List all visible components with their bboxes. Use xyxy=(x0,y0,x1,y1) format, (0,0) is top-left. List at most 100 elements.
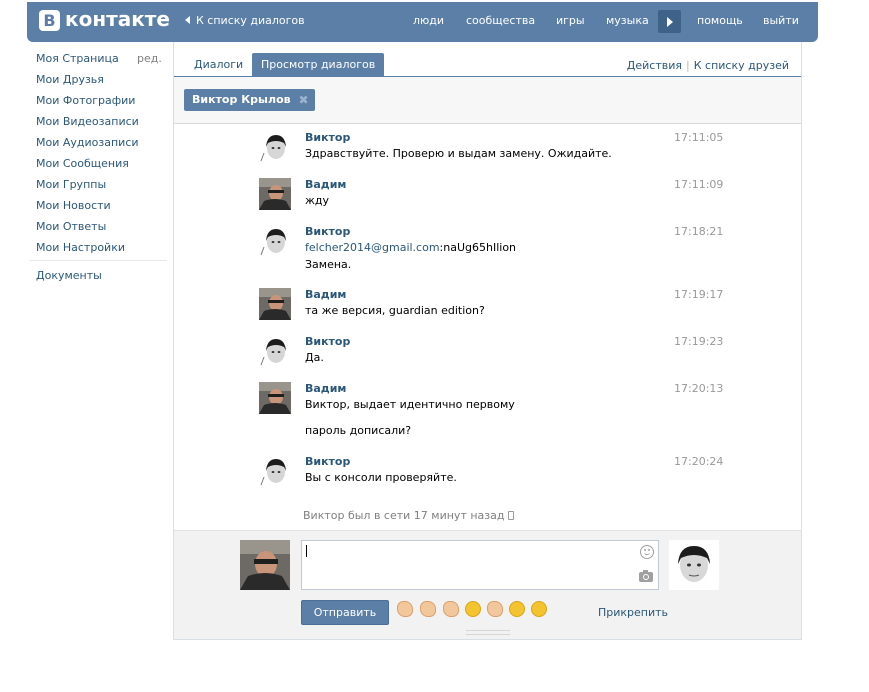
email-link[interactable]: felcher2014@gmail.com xyxy=(305,241,440,254)
sidebar-item-documents[interactable]: Документы xyxy=(36,269,102,282)
mobile-phone-icon xyxy=(508,511,515,520)
message-history: Виктор 17:11:05 Здравствуйте. Проверю и вы… xyxy=(174,126,801,530)
back-arrow-icon xyxy=(185,16,190,24)
message-author[interactable]: Виктор xyxy=(305,335,350,348)
muscle-icon[interactable] xyxy=(443,601,459,617)
message-text-content: Виктор, выдает идентично первому xyxy=(305,398,515,411)
actions-separator: | xyxy=(686,59,690,72)
sidebar-item-videos[interactable]: Мои Видеозаписи xyxy=(36,115,139,128)
message-avatar[interactable] xyxy=(259,131,291,163)
tab-actions: Действия | К списку друзей xyxy=(627,59,789,72)
vk-logo-icon[interactable]: В xyxy=(39,10,60,31)
message-author[interactable]: Вадим xyxy=(305,382,346,395)
send-button[interactable]: Отправить xyxy=(301,600,389,625)
close-icon[interactable]: ✖ xyxy=(299,89,309,111)
message-item: Виктор 17:20:24 Вы с консоли проверяйте. xyxy=(259,455,723,495)
sidebar-item-audios[interactable]: Мои Аудиозаписи xyxy=(36,136,139,149)
actions-link[interactable]: Действия xyxy=(627,59,682,72)
nav-help[interactable]: помощь xyxy=(697,14,743,27)
top-header: В контакте К списку диалогов люди сообще… xyxy=(27,2,818,42)
message-avatar[interactable] xyxy=(259,455,291,487)
tab-dialogs[interactable]: Диалоги xyxy=(185,53,252,77)
music-play-button[interactable] xyxy=(658,10,681,33)
sidebar-item-news[interactable]: Мои Новости xyxy=(36,199,111,212)
message-author[interactable]: Виктор xyxy=(305,131,350,144)
back-to-dialogs-link[interactable]: К списку диалогов xyxy=(185,14,305,27)
astonished-face-icon[interactable] xyxy=(531,601,547,617)
message-avatar[interactable] xyxy=(259,382,291,414)
sidebar-item-settings[interactable]: Мои Настройки xyxy=(36,241,125,254)
message-author[interactable]: Виктор xyxy=(305,455,350,468)
my-avatar[interactable] xyxy=(240,540,290,590)
thumbs-up-icon[interactable] xyxy=(397,601,413,617)
nav-people[interactable]: люди xyxy=(413,14,444,27)
tab-view-dialogs[interactable]: Просмотр диалогов xyxy=(252,53,385,77)
sidebar-item-friends[interactable]: Мои Друзья xyxy=(36,73,104,86)
message-input[interactable] xyxy=(301,540,659,590)
message-time: 17:18:21 xyxy=(674,225,724,238)
ok-hand-icon[interactable] xyxy=(487,601,503,617)
friends-list-link[interactable]: К списку друзей xyxy=(694,59,789,72)
message-avatar[interactable] xyxy=(259,288,291,320)
logo-text[interactable]: контакте xyxy=(65,7,170,31)
message-time: 17:19:23 xyxy=(674,335,724,348)
fist-icon[interactable] xyxy=(420,601,436,617)
message-author[interactable]: Вадим xyxy=(305,288,346,301)
message-text: Вы с консоли проверяйте. xyxy=(305,471,457,484)
online-status-text: Виктор был в сети 17 минут назад xyxy=(303,509,505,522)
message-text: felcher2014@gmail.com:naUg65hIlion xyxy=(305,241,516,254)
sidebar-item-messages[interactable]: Мои Сообщения xyxy=(36,157,129,170)
tabs-bar: Диалоги Просмотр диалогов Действия | К спи… xyxy=(174,42,801,77)
message-avatar[interactable] xyxy=(259,225,291,257)
nav-music[interactable]: музыка xyxy=(606,14,649,27)
recipient-chip[interactable]: Виктор Крылов ✖ xyxy=(184,89,315,111)
message-avatar[interactable] xyxy=(259,335,291,367)
message-item: Вадим 17:11:09 жду xyxy=(259,178,723,218)
message-text-content: Замена. xyxy=(305,258,352,271)
message-time: 17:20:13 xyxy=(674,382,724,395)
message-item: Виктор 17:18:21 felcher2014@gmail.com:naUg… xyxy=(259,225,723,271)
camera-icon[interactable] xyxy=(639,570,653,582)
laughing-face-icon[interactable] xyxy=(509,601,525,617)
message-text: жду xyxy=(305,194,329,207)
message-composer: Отправить Прикрепить xyxy=(174,530,801,639)
message-text-content: Здравствуйте. Проверю и выдам замену. Ож… xyxy=(305,147,612,160)
online-status: Виктор был в сети 17 минут назад xyxy=(303,509,515,522)
back-link-label: К списку диалогов xyxy=(196,14,305,27)
message-author[interactable]: Вадим xyxy=(305,178,346,191)
sidebar-item-answers[interactable]: Мои Ответы xyxy=(36,220,106,233)
play-icon xyxy=(667,17,673,27)
message-item: Вадим 17:20:13 Виктор, выдает идентично пе… xyxy=(259,382,723,437)
message-item: Виктор 17:11:05 Здравствуйте. Проверю и вы… xyxy=(259,131,723,171)
message-time: 17:11:05 xyxy=(674,131,724,144)
sidebar-item-my-page[interactable]: Моя Страница xyxy=(36,52,119,65)
text-caret xyxy=(306,545,307,557)
edit-link[interactable]: ред. xyxy=(137,52,162,65)
message-text: та же версия, guardian edition? xyxy=(305,304,485,317)
joy-face-icon[interactable] xyxy=(465,601,481,617)
filter-bar: Виктор Крылов ✖ xyxy=(174,77,801,124)
message-text-content: Да. xyxy=(305,351,324,364)
message-text-content: та же версия, guardian edition? xyxy=(305,304,485,317)
smile-icon[interactable] xyxy=(640,545,654,559)
nav-games[interactable]: игры xyxy=(556,14,585,27)
message-time: 17:20:24 xyxy=(674,455,724,468)
nav-logout[interactable]: выйти xyxy=(763,14,799,27)
message-text-content: пароль дописали? xyxy=(305,424,412,437)
sidebar-divider xyxy=(30,260,167,261)
resize-grip[interactable] xyxy=(466,630,510,635)
message-time: 17:19:17 xyxy=(674,288,724,301)
dialog-panel: Диалоги Просмотр диалогов Действия | К спи… xyxy=(173,42,802,640)
message-author[interactable]: Виктор xyxy=(305,225,350,238)
message-avatar[interactable] xyxy=(259,178,291,210)
message-item: Виктор 17:19:23 Да. xyxy=(259,335,723,375)
sidebar-item-photos[interactable]: Мои Фотографии xyxy=(36,94,135,107)
peer-avatar[interactable] xyxy=(669,540,719,590)
sidebar-item-groups[interactable]: Мои Группы xyxy=(36,178,106,191)
message-text: Здравствуйте. Проверю и выдам замену. Ож… xyxy=(305,147,612,160)
attach-link[interactable]: Прикрепить xyxy=(598,606,668,619)
message-time: 17:11:09 xyxy=(674,178,724,191)
message-text: Замена. xyxy=(305,258,351,271)
nav-communities[interactable]: сообщества xyxy=(466,14,535,27)
message-item: Вадим 17:19:17 та же версия, guardian edit… xyxy=(259,288,723,328)
